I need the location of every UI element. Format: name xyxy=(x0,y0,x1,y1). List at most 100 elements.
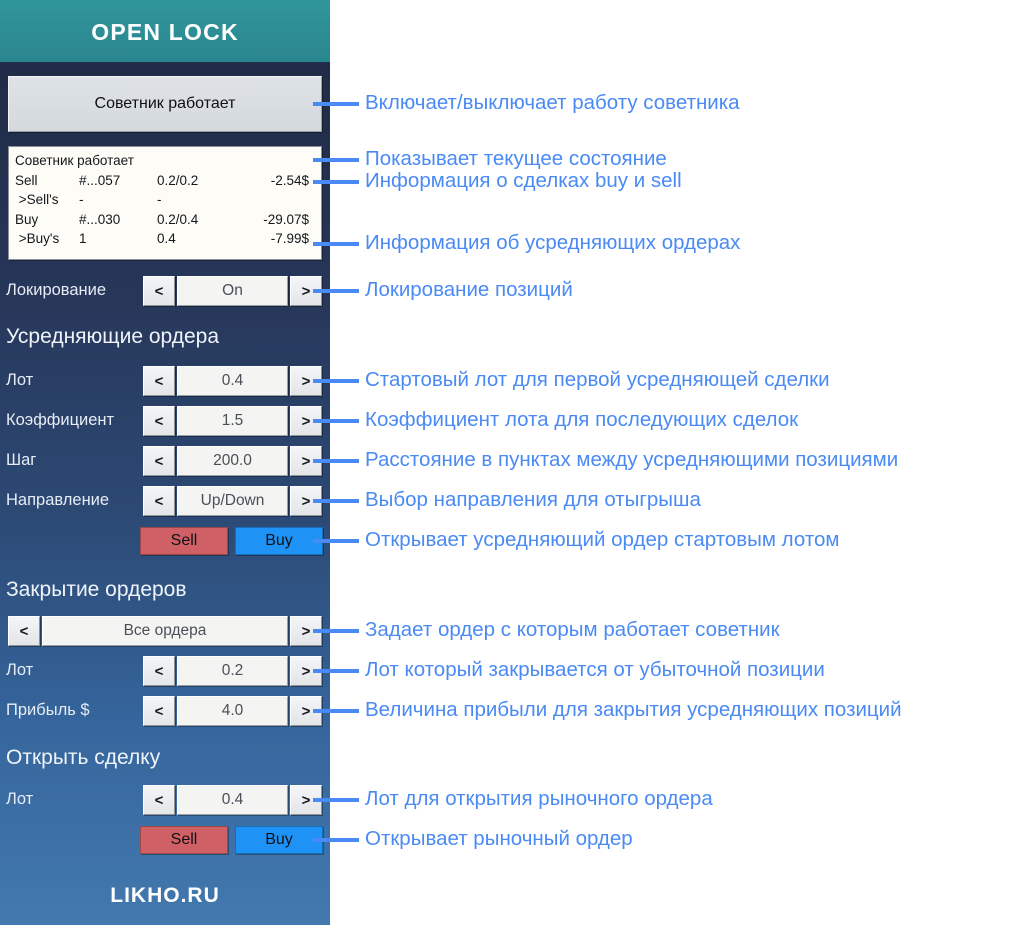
leader-line xyxy=(313,798,359,802)
annotation-text: Расстояние в пунктах между усредняющими … xyxy=(365,448,899,471)
locking-label: Локирование xyxy=(6,281,107,299)
section-heading-averaging: Усредняющие ордера xyxy=(6,325,219,348)
annotation-text: Открывает усредняющий ордер стартовым ло… xyxy=(365,528,840,551)
leader-line xyxy=(313,180,359,184)
annotation-text: Задает ордер с которым работает советник xyxy=(365,618,780,641)
locking-stepper[interactable]: < On > xyxy=(143,276,322,306)
closing-profit-stepper[interactable]: < 4.0 > xyxy=(143,696,322,726)
info-cell: #...030 xyxy=(79,211,121,227)
leader-line xyxy=(313,539,359,543)
averaging-lot-stepper[interactable]: < 0.4 > xyxy=(143,366,322,396)
ea-panel: OPEN LOCK Советник работает Советник раб… xyxy=(0,0,330,925)
averaging-lot-value[interactable]: 0.4 xyxy=(177,366,288,396)
chevron-left-icon[interactable]: < xyxy=(8,616,40,646)
annotation-text: Лот который закрывается от убыточной поз… xyxy=(365,658,825,681)
leader-line xyxy=(313,158,359,162)
chevron-left-icon[interactable]: < xyxy=(143,406,175,436)
averaging-step-value[interactable]: 200.0 xyxy=(177,446,288,476)
chevron-left-icon[interactable]: < xyxy=(143,446,175,476)
leader-line xyxy=(313,379,359,383)
info-cell: 0.2/0.4 xyxy=(157,211,199,227)
averaging-step-label: Шаг xyxy=(6,451,37,469)
annotation-text: Выбор направления для отыгрыша xyxy=(365,488,701,511)
info-cell: Buy xyxy=(15,211,39,227)
chevron-left-icon[interactable]: < xyxy=(143,276,175,306)
averaging-buy-button[interactable]: Buy xyxy=(235,527,323,555)
open-lot-label: Лот xyxy=(6,790,34,808)
info-panel: Советник работает Sell #...057 0.2/0.2 -… xyxy=(8,146,322,260)
info-status-line: Советник работает xyxy=(15,153,134,168)
info-cell: >Buy's xyxy=(15,231,60,246)
leader-line xyxy=(313,459,359,463)
closing-profit-label: Прибыль $ xyxy=(6,701,90,719)
chevron-left-icon[interactable]: < xyxy=(143,696,175,726)
chevron-left-icon[interactable]: < xyxy=(143,366,175,396)
open-sell-button[interactable]: Sell xyxy=(140,826,228,854)
info-row-buy: Buy #...030 0.2/0.4 -29.07$ xyxy=(15,210,315,230)
locking-value[interactable]: On xyxy=(177,276,288,306)
averaging-coefficient-value[interactable]: 1.5 xyxy=(177,406,288,436)
leader-line xyxy=(313,669,359,673)
annotation-text: Лот для открытия рыночного ордера xyxy=(365,787,713,810)
averaging-coefficient-label: Коэффициент xyxy=(6,411,115,429)
closing-lot-stepper[interactable]: < 0.2 > xyxy=(143,656,322,686)
info-row-sells: >Sell's - - xyxy=(15,190,315,210)
info-row-sell: Sell #...057 0.2/0.2 -2.54$ xyxy=(15,171,315,191)
closing-lot-value[interactable]: 0.2 xyxy=(177,656,288,686)
averaging-lot-label: Лот xyxy=(6,371,34,389)
leader-line xyxy=(313,499,359,503)
annotation-text: Информация об усредняющих ордерах xyxy=(365,231,741,254)
open-lot-stepper[interactable]: < 0.4 > xyxy=(143,785,322,815)
info-cell: -29.07$ xyxy=(263,211,309,227)
leader-line xyxy=(313,242,359,246)
annotation-text: Локирование позиций xyxy=(365,278,573,301)
open-buy-label: Buy xyxy=(265,831,293,848)
averaging-direction-value[interactable]: Up/Down xyxy=(177,486,288,516)
closing-scope-stepper[interactable]: < Все ордера > xyxy=(8,616,322,646)
info-cell: - xyxy=(157,192,162,207)
closing-lot-label: Лот xyxy=(6,661,34,679)
closing-profit-value[interactable]: 4.0 xyxy=(177,696,288,726)
leader-line xyxy=(313,709,359,713)
info-cell: 0.4 xyxy=(157,231,176,246)
annotation-text: Включает/выключает работу советника xyxy=(365,91,740,114)
chevron-left-icon[interactable]: < xyxy=(143,785,175,815)
info-cell: - xyxy=(79,192,84,207)
averaging-step-stepper[interactable]: < 200.0 > xyxy=(143,446,322,476)
leader-line xyxy=(313,629,359,633)
screenshot-root: OPEN LOCK Советник работает Советник раб… xyxy=(0,0,1024,925)
section-heading-closing: Закрытие ордеров xyxy=(6,578,187,601)
info-cell: >Sell's xyxy=(15,192,59,207)
info-cell: -7.99$ xyxy=(270,231,309,246)
info-row-buys: >Buy's 1 0.4 -7.99$ xyxy=(15,229,315,249)
leader-line xyxy=(313,102,359,106)
leader-line xyxy=(313,289,359,293)
averaging-coefficient-stepper[interactable]: < 1.5 > xyxy=(143,406,322,436)
info-cell: Sell xyxy=(15,172,38,188)
ea-toggle-button[interactable]: Советник работает xyxy=(8,76,322,132)
chevron-left-icon[interactable]: < xyxy=(143,656,175,686)
panel-footer: LIKHO.RU xyxy=(110,884,220,907)
section-heading-open: Открыть сделку xyxy=(6,746,161,769)
averaging-direction-label: Направление xyxy=(6,491,110,509)
open-buy-button[interactable]: Buy xyxy=(235,826,323,854)
chevron-left-icon[interactable]: < xyxy=(143,486,175,516)
annotation-text: Открывает рыночный ордер xyxy=(365,827,633,850)
averaging-sell-button[interactable]: Sell xyxy=(140,527,228,555)
leader-line xyxy=(313,419,359,423)
info-cell: #...057 xyxy=(79,172,121,188)
annotation-text: Информация о сделках buy и sell xyxy=(365,169,682,192)
annotation-text: Величина прибыли для закрытия усредняющи… xyxy=(365,698,902,721)
annotation-text: Стартовый лот для первой усредняющей сде… xyxy=(365,368,830,391)
annotation-text: Коэффициент лота для последующих сделок xyxy=(365,408,799,431)
averaging-sell-label: Sell xyxy=(170,532,198,549)
info-cell: -2.54$ xyxy=(270,172,309,188)
ea-toggle-label: Советник работает xyxy=(94,95,236,112)
open-lot-value[interactable]: 0.4 xyxy=(177,785,288,815)
closing-scope-value[interactable]: Все ордера xyxy=(42,616,288,646)
panel-title: OPEN LOCK xyxy=(91,19,239,45)
averaging-direction-stepper[interactable]: < Up/Down > xyxy=(143,486,322,516)
panel-titlebar: OPEN LOCK xyxy=(0,0,330,62)
averaging-buy-label: Buy xyxy=(265,532,293,549)
info-cell: 1 xyxy=(79,231,87,246)
